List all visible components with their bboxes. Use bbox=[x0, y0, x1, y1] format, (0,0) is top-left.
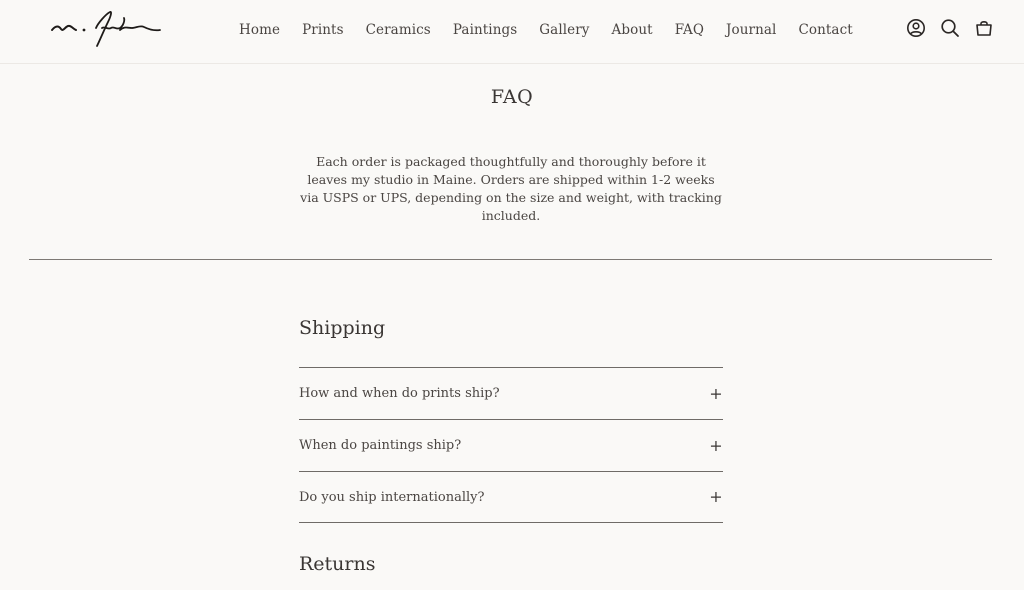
cart-button[interactable] bbox=[974, 17, 994, 39]
page-title: FAQ bbox=[490, 86, 534, 108]
cart-icon bbox=[976, 20, 992, 36]
section-divider bbox=[29, 259, 992, 260]
nav-journal[interactable]: Journal bbox=[715, 19, 787, 41]
plus-icon: + bbox=[709, 435, 723, 455]
nav-paintings[interactable]: Paintings bbox=[442, 19, 528, 41]
faq-intro-text: Each order is packaged thoughtfully and … bbox=[300, 154, 722, 223]
nav-ceramics[interactable]: Ceramics bbox=[355, 19, 442, 41]
faq-item[interactable]: How and when do prints ship? + bbox=[299, 367, 723, 419]
section-title-shipping: Shipping bbox=[299, 317, 386, 339]
main-nav: Home Prints Ceramics Paintings Gallery A… bbox=[228, 19, 864, 41]
nav-prints[interactable]: Prints bbox=[291, 19, 355, 41]
faq-item[interactable]: When do paintings ship? + bbox=[299, 419, 723, 471]
search-button[interactable] bbox=[940, 17, 960, 39]
faq-question: Do you ship internationally? bbox=[299, 489, 485, 505]
nav-contact[interactable]: Contact bbox=[787, 19, 863, 41]
signature-logo[interactable] bbox=[50, 8, 162, 50]
signature-logo-icon bbox=[51, 10, 161, 47]
plus-icon: + bbox=[709, 383, 723, 403]
header-actions bbox=[906, 17, 994, 39]
faq-question: When do paintings ship? bbox=[299, 438, 462, 453]
section-title-returns: Returns bbox=[299, 553, 376, 575]
nav-gallery[interactable]: Gallery bbox=[528, 19, 600, 41]
nav-about[interactable]: About bbox=[601, 19, 664, 41]
site-header: Home Prints Ceramics Paintings Gallery A… bbox=[0, 0, 1024, 64]
nav-home[interactable]: Home bbox=[228, 19, 291, 41]
faq-item[interactable]: Do you ship internationally? + bbox=[299, 471, 723, 523]
nav-faq[interactable]: FAQ bbox=[664, 19, 715, 41]
faq-question: How and when do prints ship? bbox=[299, 386, 500, 401]
account-icon bbox=[907, 19, 925, 37]
search-icon bbox=[941, 19, 959, 37]
account-button[interactable] bbox=[906, 17, 926, 39]
faq-section-shipping: Shipping How and when do prints ship? + … bbox=[299, 312, 723, 523]
plus-icon: + bbox=[709, 487, 723, 506]
